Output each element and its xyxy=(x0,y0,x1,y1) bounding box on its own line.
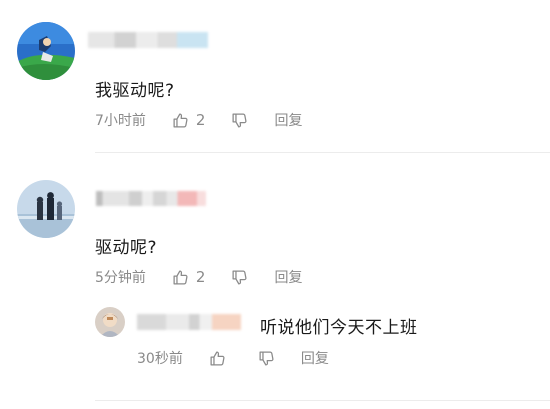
thumbs-down-icon xyxy=(231,269,248,286)
username-redacted xyxy=(137,314,241,330)
divider xyxy=(95,152,550,153)
thumbs-up-icon xyxy=(172,269,189,286)
username-redacted xyxy=(88,32,208,48)
avatar[interactable] xyxy=(17,180,75,238)
like-count: 2 xyxy=(195,268,206,286)
comment-text: 驱动呢? xyxy=(95,238,158,258)
thumbs-down-icon xyxy=(258,350,275,367)
thumbs-down-icon xyxy=(231,112,248,129)
comment-meta: 5分钟前 2 回复 xyxy=(95,267,302,287)
like-button[interactable] xyxy=(209,350,226,367)
thumbs-up-icon xyxy=(209,350,226,367)
like-button[interactable]: 2 xyxy=(172,268,206,286)
avatar[interactable] xyxy=(17,22,75,80)
reply-button[interactable]: 回复 xyxy=(274,110,302,130)
username-redacted xyxy=(96,191,206,206)
divider xyxy=(95,400,550,401)
dislike-button[interactable] xyxy=(258,350,275,367)
like-count: 2 xyxy=(195,111,206,129)
reply-meta: 30秒前 回复 xyxy=(137,348,329,368)
dislike-button[interactable] xyxy=(231,112,248,129)
reply-button[interactable]: 回复 xyxy=(274,267,302,287)
like-button[interactable]: 2 xyxy=(172,111,206,129)
reply-button[interactable]: 回复 xyxy=(301,348,329,368)
comment-text: 我驱动呢? xyxy=(95,81,175,101)
comment-time: 7小时前 xyxy=(95,113,146,129)
avatar[interactable] xyxy=(95,307,125,337)
dislike-button[interactable] xyxy=(231,269,248,286)
reply-text: 听说他们今天不上班 xyxy=(260,318,418,338)
comment-time: 5分钟前 xyxy=(95,270,146,286)
thumbs-up-icon xyxy=(172,112,189,129)
comment-meta: 7小时前 2 回复 xyxy=(95,110,302,130)
reply-time: 30秒前 xyxy=(137,351,183,367)
